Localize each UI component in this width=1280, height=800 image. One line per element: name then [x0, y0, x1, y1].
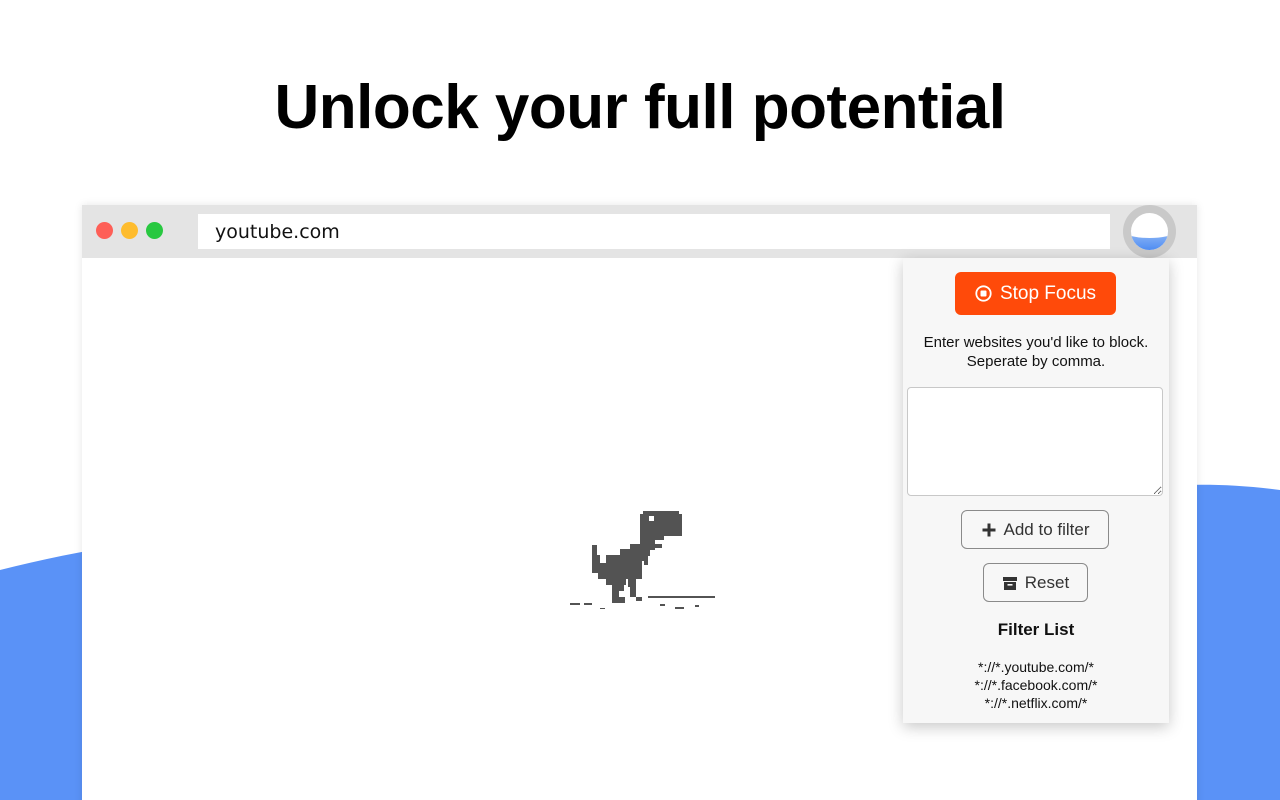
stop-focus-button[interactable]: Stop Focus [955, 272, 1116, 315]
add-to-filter-label: Add to filter [1003, 519, 1090, 539]
focus-extension-popup: Stop Focus Enter websites you'd like to … [903, 258, 1169, 723]
websites-textarea[interactable] [907, 387, 1163, 496]
water-globe-icon[interactable] [1123, 205, 1176, 258]
filter-list-item: *://*.facebook.com/* [974, 677, 1098, 693]
maximize-dot[interactable] [146, 222, 163, 239]
instructions-line-1: Enter websites you'd like to block. [923, 334, 1149, 351]
promo-stage: Unlock your full potential youtube.com S… [0, 0, 1280, 800]
instructions-text: Enter websites you'd like to block. Sepe… [903, 333, 1169, 371]
instructions-line-2: Seperate by comma. [966, 353, 1106, 370]
add-to-filter-button[interactable]: Add to filter [961, 510, 1109, 549]
filter-list-item: *://*.netflix.com/* [984, 695, 1088, 711]
extension-icon-wave [1131, 228, 1168, 238]
reset-label: Reset [1024, 572, 1070, 592]
minimize-dot[interactable] [121, 222, 138, 239]
stop-circle-icon [975, 285, 992, 302]
filter-list: *://*.youtube.com/* *://*.facebook.com/*… [903, 658, 1169, 712]
browser-titlebar [82, 205, 1197, 258]
plus-icon [982, 523, 995, 536]
close-dot[interactable] [96, 222, 113, 239]
reset-button[interactable]: Reset [983, 563, 1088, 602]
dinosaur-graphic [570, 511, 715, 609]
offline-dinosaur [570, 511, 715, 609]
stop-focus-label: Stop Focus [999, 282, 1097, 304]
address-bar[interactable] [198, 214, 1110, 249]
filter-list-title: Filter List [997, 620, 1075, 639]
headline: Unlock your full potential [274, 73, 1006, 142]
archive-box-icon [1002, 576, 1017, 590]
extension-icon-inner [1131, 213, 1168, 250]
filter-list-item: *://*.youtube.com/* [978, 659, 1094, 675]
